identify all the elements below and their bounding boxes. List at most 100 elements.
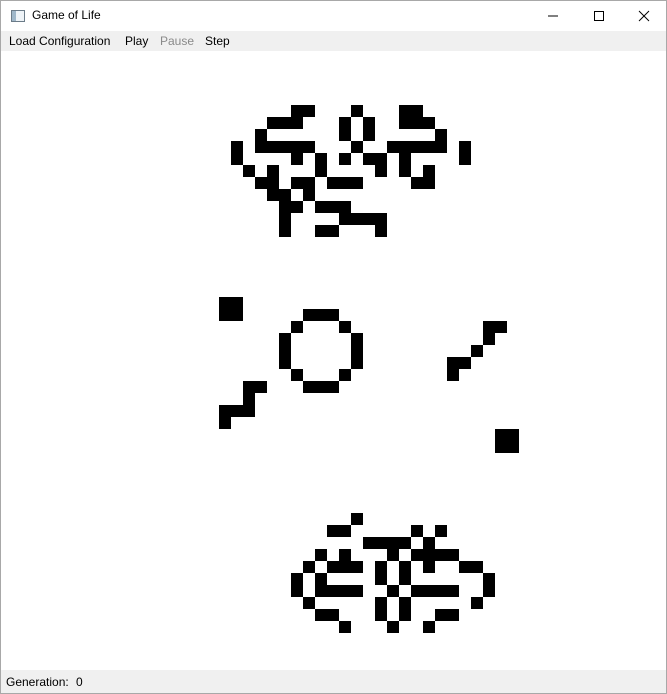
live-cell	[243, 393, 255, 405]
live-cell	[399, 153, 411, 165]
menu-load-configuration[interactable]: Load Configuration	[9, 34, 110, 48]
menu-play[interactable]: Play	[125, 34, 148, 48]
live-cell	[315, 585, 327, 597]
live-cell	[435, 129, 447, 141]
live-cell	[351, 513, 363, 525]
live-cell	[315, 381, 327, 393]
live-cell	[423, 585, 435, 597]
live-cell	[471, 345, 483, 357]
live-cell	[231, 297, 243, 309]
live-cell	[351, 357, 363, 369]
live-cell	[291, 573, 303, 585]
live-cell	[303, 309, 315, 321]
live-cell	[279, 345, 291, 357]
live-cell	[399, 117, 411, 129]
live-cell	[351, 177, 363, 189]
live-cell	[255, 129, 267, 141]
live-cell	[447, 549, 459, 561]
live-cell	[447, 585, 459, 597]
live-cell	[291, 117, 303, 129]
live-cell	[267, 117, 279, 129]
game-of-life-window: Game of Life Load Configuration Play Pau…	[0, 0, 667, 694]
live-cell	[423, 537, 435, 549]
live-cell	[447, 369, 459, 381]
live-cell	[375, 165, 387, 177]
live-cell	[291, 585, 303, 597]
live-cell	[351, 585, 363, 597]
live-cell	[315, 573, 327, 585]
live-cell	[363, 129, 375, 141]
live-cell	[459, 153, 471, 165]
live-cell	[375, 573, 387, 585]
live-cell	[339, 177, 351, 189]
live-cell	[315, 309, 327, 321]
close-button[interactable]	[621, 1, 666, 31]
live-cell	[327, 585, 339, 597]
live-cell	[471, 561, 483, 573]
live-cell	[363, 213, 375, 225]
live-cell	[327, 177, 339, 189]
live-cell	[339, 621, 351, 633]
maximize-button[interactable]	[576, 1, 622, 31]
live-cell	[231, 141, 243, 153]
live-cell	[279, 213, 291, 225]
live-cell	[339, 585, 351, 597]
live-cell	[243, 405, 255, 417]
live-cell	[291, 369, 303, 381]
live-cell	[327, 609, 339, 621]
life-board-canvas[interactable]	[1, 51, 666, 670]
live-cell	[447, 609, 459, 621]
live-cell	[303, 381, 315, 393]
live-cell	[399, 165, 411, 177]
live-cell	[399, 537, 411, 549]
minimize-button[interactable]	[530, 1, 576, 31]
live-cell	[459, 357, 471, 369]
live-cell	[459, 561, 471, 573]
live-cell	[339, 549, 351, 561]
live-cell	[387, 549, 399, 561]
live-cell	[423, 549, 435, 561]
live-cell	[219, 297, 231, 309]
live-cell	[291, 153, 303, 165]
live-cell	[375, 561, 387, 573]
live-cell	[231, 153, 243, 165]
live-cell	[219, 405, 231, 417]
live-cell	[315, 225, 327, 237]
live-cell	[267, 177, 279, 189]
live-cell	[387, 585, 399, 597]
generation-value: 0	[76, 675, 83, 689]
live-cell	[375, 597, 387, 609]
live-cell	[315, 201, 327, 213]
live-cell	[339, 213, 351, 225]
live-cell	[447, 357, 459, 369]
live-cell	[279, 225, 291, 237]
live-cell	[507, 441, 519, 453]
live-cell	[387, 621, 399, 633]
live-cell	[411, 117, 423, 129]
live-cell	[399, 561, 411, 573]
live-cell	[495, 321, 507, 333]
menu-step[interactable]: Step	[205, 34, 230, 48]
live-cell	[315, 165, 327, 177]
live-cell	[423, 117, 435, 129]
live-cell	[231, 309, 243, 321]
live-cell	[423, 621, 435, 633]
live-cell	[411, 177, 423, 189]
live-cell	[423, 561, 435, 573]
live-cell	[423, 141, 435, 153]
live-cell	[411, 525, 423, 537]
live-cell	[375, 609, 387, 621]
live-cell	[279, 141, 291, 153]
live-cell	[375, 153, 387, 165]
live-cell	[315, 549, 327, 561]
live-cell	[399, 609, 411, 621]
live-cell	[327, 225, 339, 237]
live-cell	[435, 609, 447, 621]
live-cell	[279, 357, 291, 369]
life-board	[219, 105, 519, 633]
live-cell	[339, 369, 351, 381]
live-cell	[435, 141, 447, 153]
live-cell	[411, 585, 423, 597]
live-cell	[483, 321, 495, 333]
live-cell	[267, 189, 279, 201]
